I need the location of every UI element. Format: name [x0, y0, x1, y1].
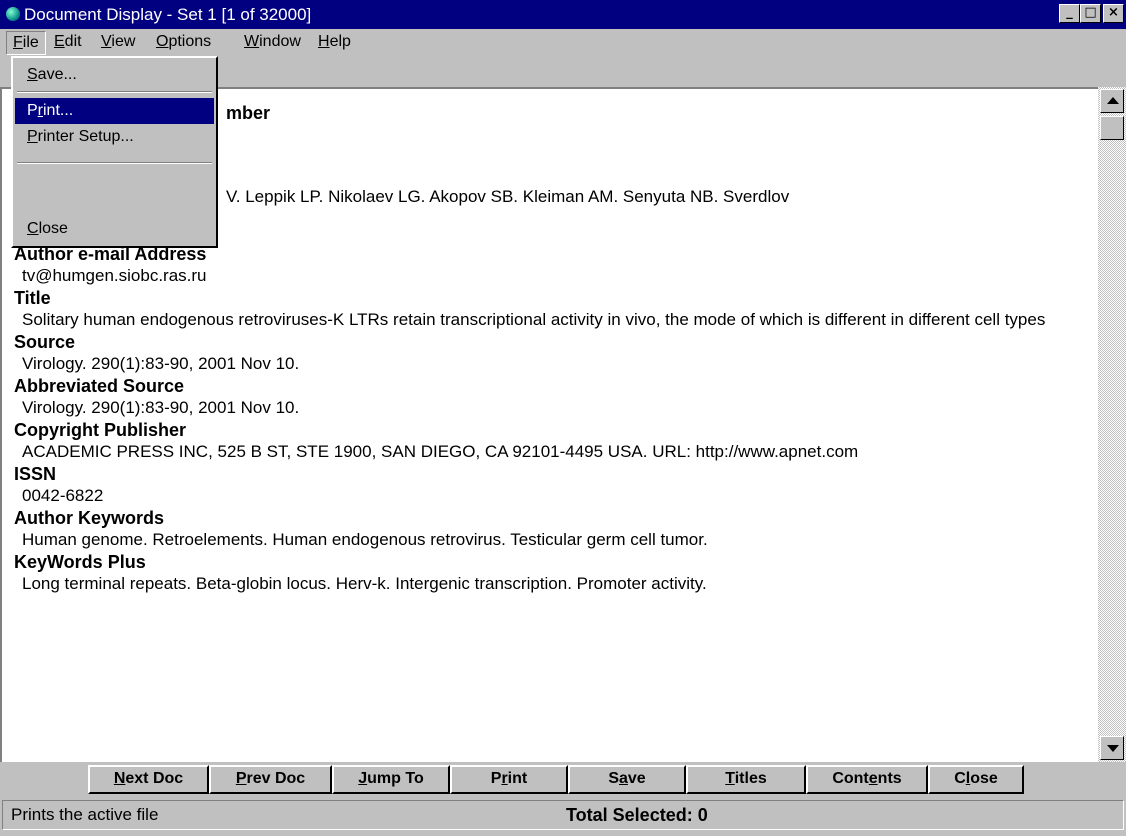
next-doc-button[interactable]: Next Doc	[88, 765, 209, 794]
field-label: Author Keywords	[14, 508, 165, 528]
field-label: KeyWords Plus	[14, 552, 146, 572]
scroll-down-button[interactable]	[1100, 736, 1124, 760]
record-fields: Author e-mail Address tv@humgen.siobc.ras…	[14, 243, 1098, 595]
menu-help[interactable]: Help	[312, 31, 357, 53]
close-window-button[interactable]: ×	[1103, 4, 1124, 23]
file-menu-dropdown: Save... Print... Printer Setup... Close	[11, 56, 218, 248]
menu-item-print[interactable]: Print...	[15, 98, 214, 124]
contents-button[interactable]: Contents	[806, 765, 928, 794]
print-button[interactable]: Print	[450, 765, 568, 794]
field-value: ACADEMIC PRESS INC, 525 B ST, STE 1900, …	[22, 442, 859, 461]
menu-separator	[17, 91, 212, 93]
menu-file[interactable]: File	[6, 31, 46, 55]
menu-window[interactable]: Window	[238, 31, 307, 53]
menu-options[interactable]: Options	[150, 31, 217, 53]
close-button[interactable]: Close	[928, 765, 1024, 794]
app-icon	[6, 7, 20, 21]
field-label: ISSN	[14, 464, 57, 484]
field-value: 0042-6822	[22, 486, 104, 505]
menu-item-close[interactable]: Close	[15, 216, 214, 242]
record-number-heading: mber	[226, 103, 271, 123]
titles-button[interactable]: Titles	[686, 765, 806, 794]
arrow-down-icon	[1107, 745, 1119, 752]
scroll-up-button[interactable]	[1100, 89, 1124, 113]
status-message: Prints the active file	[2, 800, 1124, 830]
field-value: Virology. 290(1):83-90, 2001 Nov 10.	[22, 354, 300, 373]
minimize-button[interactable]: _	[1059, 4, 1080, 23]
field-label: Copyright Publisher	[14, 420, 187, 440]
menu-bar: File Edit View Options Window Help	[0, 29, 1126, 55]
jump-to-button[interactable]: Jump To	[332, 765, 450, 794]
title-bar: Document Display - Set 1 [1 of 32000] _ …	[0, 0, 1126, 29]
status-bar: Prints the active file Total Selected: 0	[0, 796, 1126, 836]
arrow-up-icon	[1107, 97, 1119, 104]
window-title: Document Display - Set 1 [1 of 32000]	[24, 5, 312, 24]
save-button[interactable]: Save	[568, 765, 686, 794]
field-label: Title	[14, 288, 51, 308]
field-label: Source	[14, 332, 76, 352]
total-selected: Total Selected: 0	[566, 805, 708, 825]
menu-edit[interactable]: Edit	[48, 31, 88, 53]
menu-item-save[interactable]: Save...	[15, 62, 214, 88]
field-value: Solitary human endogenous retroviruses-K…	[22, 310, 1046, 329]
field-value: Long terminal repeats. Beta-globin locus…	[22, 574, 707, 593]
restore-button[interactable]: □	[1080, 4, 1101, 23]
scroll-thumb[interactable]	[1100, 116, 1124, 140]
authors-value: V. Leppik LP. Nikolaev LG. Akopov SB. Kl…	[226, 187, 790, 206]
field-value: Human genome. Retroelements. Human endog…	[22, 530, 708, 549]
field-value: tv@humgen.siobc.ras.ru	[22, 266, 207, 285]
menu-view[interactable]: View	[95, 31, 141, 53]
field-label: Abbreviated Source	[14, 376, 185, 396]
vertical-scrollbar[interactable]	[1098, 87, 1126, 762]
prev-doc-button[interactable]: Prev Doc	[209, 765, 332, 794]
field-value: Virology. 290(1):83-90, 2001 Nov 10.	[22, 398, 300, 417]
menu-separator	[17, 162, 212, 164]
menu-item-printer-setup[interactable]: Printer Setup...	[15, 124, 214, 150]
navigation-button-bar: Next Doc Prev Doc Jump To Print Save Tit…	[0, 762, 1126, 796]
